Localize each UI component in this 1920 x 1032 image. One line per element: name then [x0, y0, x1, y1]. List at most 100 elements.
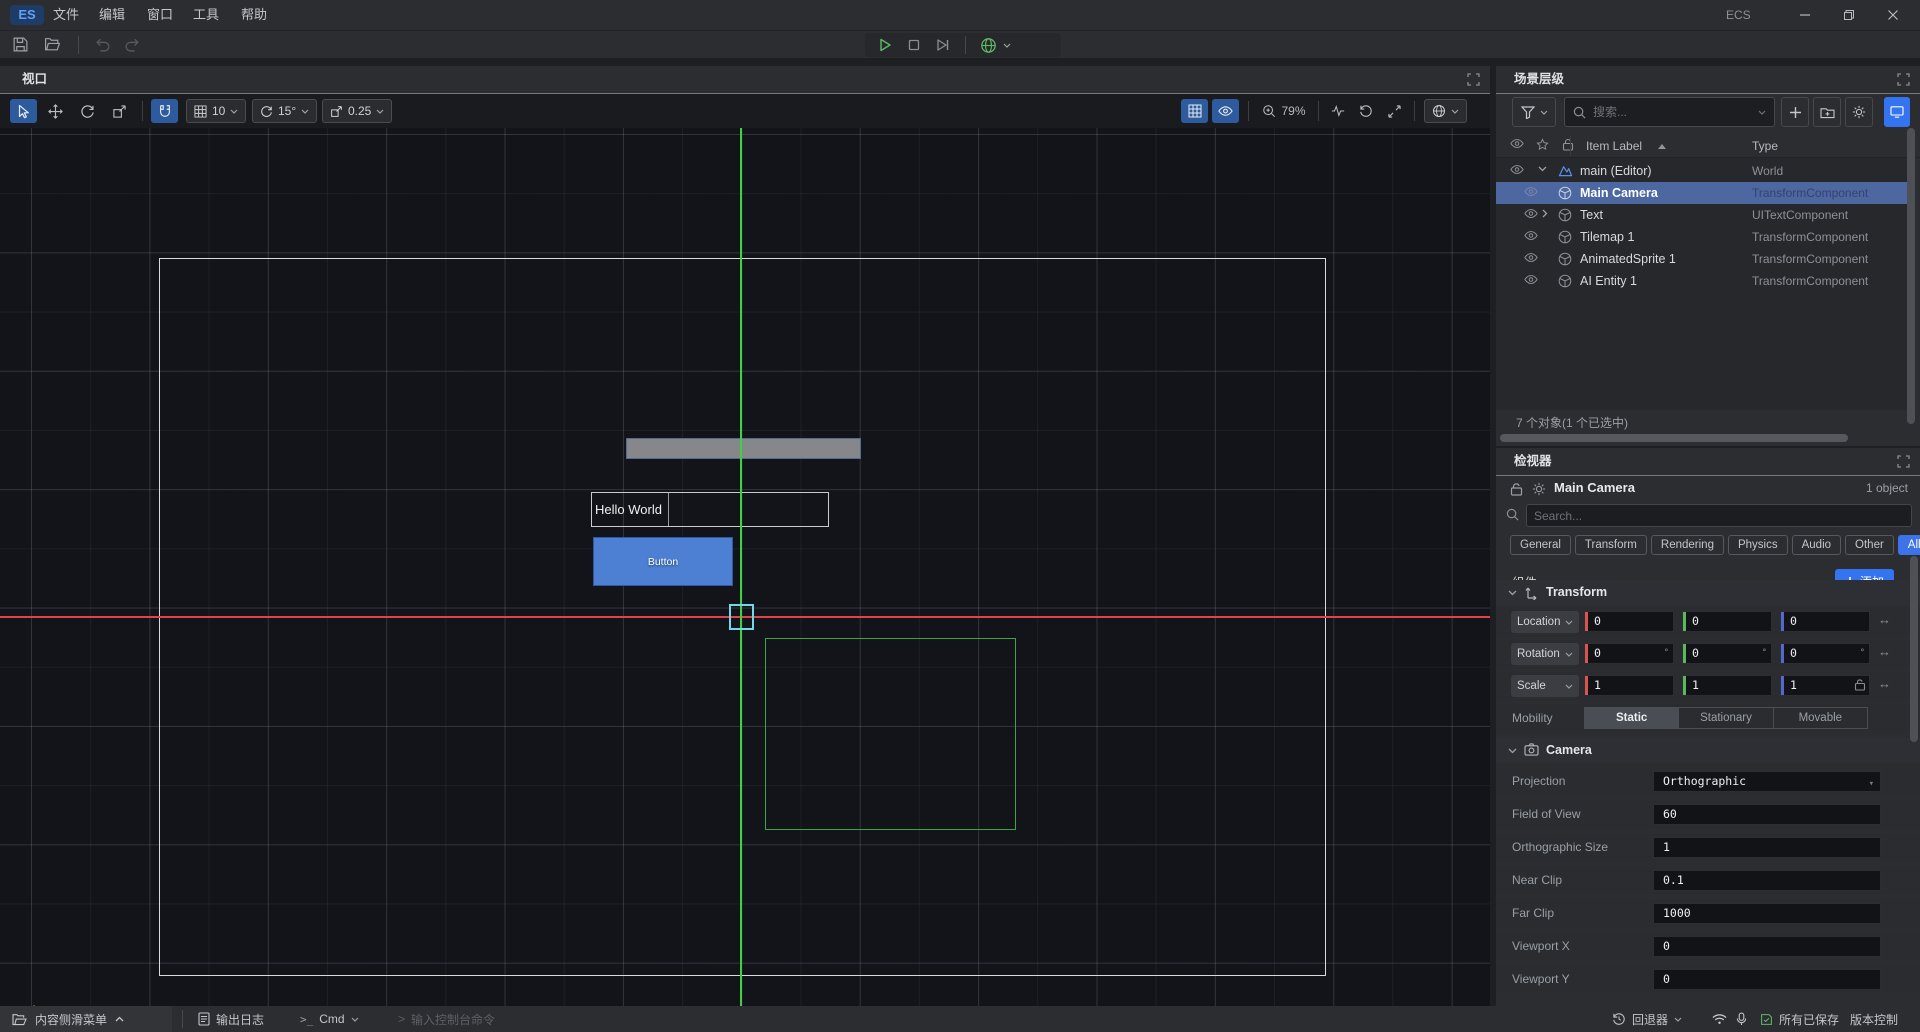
selection-handle-square[interactable]	[729, 604, 754, 630]
collapse-chevron-icon[interactable]	[1508, 748, 1517, 754]
tab-transform[interactable]: Transform	[1575, 535, 1647, 555]
content-drawer-button[interactable]: 内容侧滑菜单	[0, 1006, 172, 1032]
move-tool-button[interactable]	[42, 99, 69, 123]
save-status[interactable]: 所有已保存	[1760, 1006, 1839, 1032]
scale-snap-dropdown[interactable]: 0.25	[322, 99, 392, 123]
visibility-eye-icon[interactable]	[1524, 252, 1538, 266]
tab-general[interactable]: General	[1510, 535, 1571, 555]
sort-ascending-icon[interactable]	[1658, 144, 1666, 149]
view-mode-dropdown[interactable]	[1424, 99, 1467, 123]
scale-y-field[interactable]: 1	[1682, 675, 1772, 696]
display-mode-button[interactable]	[1884, 97, 1910, 127]
gizmo-visibility-button[interactable]	[1212, 99, 1239, 123]
tree-row-tilemap[interactable]: Tilemap 1 TransformComponent	[1496, 226, 1908, 248]
inspector-vertical-scrollbar[interactable]	[1910, 556, 1918, 742]
viewport-x-input[interactable]: 0	[1653, 936, 1881, 957]
scale-lock-open-icon[interactable]	[1854, 678, 1868, 692]
link-axes-icon[interactable]: ↔	[1878, 676, 1891, 691]
inspector-search-box[interactable]	[1526, 504, 1912, 527]
save-icon[interactable]	[12, 36, 32, 54]
filter-button[interactable]	[1512, 97, 1556, 127]
ui-slider-bar[interactable]	[626, 438, 861, 459]
network-status-icon[interactable]	[1712, 1006, 1727, 1032]
version-control-button[interactable]: 版本控制	[1850, 1006, 1898, 1032]
mobility-movable-option[interactable]: Movable	[1774, 707, 1868, 729]
tab-all[interactable]: All	[1898, 535, 1920, 555]
ui-text-frame[interactable]: Hello World	[591, 492, 829, 527]
rotation-z-field[interactable]: 0°	[1780, 643, 1870, 664]
near-clip-input[interactable]: 0.1	[1653, 870, 1881, 891]
run-target-globe-button[interactable]	[980, 37, 1011, 54]
app-logo[interactable]: ES	[10, 5, 44, 25]
rotation-x-field[interactable]: 0°	[1584, 643, 1674, 664]
stop-button[interactable]	[907, 38, 921, 52]
hierarchy-vertical-scrollbar[interactable]	[1907, 128, 1915, 424]
inspector-search-input[interactable]	[1534, 509, 1904, 523]
tree-row-main[interactable]: main (Editor) World	[1496, 160, 1908, 182]
console-command-input[interactable]: > 输入控制台命令	[398, 1006, 495, 1032]
tab-physics[interactable]: Physics	[1728, 535, 1788, 555]
mobility-stationary-option[interactable]: Stationary	[1679, 707, 1773, 729]
visibility-eye-icon[interactable]	[1524, 208, 1538, 222]
hierarchy-horizontal-scrollbar[interactable]	[1500, 434, 1848, 442]
tree-row-text[interactable]: Text UITextComponent	[1496, 204, 1908, 226]
field-of-view-input[interactable]: 60	[1653, 804, 1881, 825]
viewport-y-input[interactable]: 0	[1653, 969, 1881, 990]
visibility-eye-icon[interactable]	[1524, 186, 1538, 200]
hierarchy-search-box[interactable]	[1564, 97, 1775, 127]
lock-column-icon[interactable]	[1562, 138, 1576, 152]
rotation-y-field[interactable]: 0°	[1682, 643, 1772, 664]
tab-other[interactable]: Other	[1845, 535, 1894, 555]
step-button[interactable]	[935, 37, 951, 53]
ui-button-widget[interactable]: Button	[593, 537, 733, 586]
menu-edit[interactable]: 编辑	[93, 0, 131, 30]
scale-tool-button[interactable]	[106, 99, 133, 123]
snap-toggle-button[interactable]	[151, 99, 178, 123]
location-z-field[interactable]: 0	[1780, 611, 1870, 632]
reset-view-button[interactable]	[1354, 99, 1378, 123]
link-axes-icon[interactable]: ↔	[1878, 644, 1891, 659]
viewport-maximize-icon[interactable]	[1467, 73, 1480, 86]
menu-window[interactable]: 窗口	[141, 0, 179, 30]
collapsed-chevron-icon[interactable]	[1542, 209, 1556, 223]
redo-icon[interactable]	[124, 36, 144, 54]
close-button[interactable]	[1876, 0, 1910, 30]
rotate-snap-dropdown[interactable]: 15°	[252, 99, 317, 123]
inspector-maximize-icon[interactable]	[1897, 455, 1910, 468]
transform-section-header[interactable]: Transform	[1496, 580, 1920, 605]
location-label-dropdown[interactable]: Location	[1511, 611, 1579, 633]
tree-row-main-camera[interactable]: Main Camera TransformComponent	[1496, 182, 1908, 204]
camera-section-header[interactable]: Camera	[1496, 738, 1920, 763]
tab-rendering[interactable]: Rendering	[1651, 535, 1724, 555]
grid-visibility-button[interactable]	[1181, 99, 1208, 123]
column-type[interactable]: Type	[1752, 134, 1778, 158]
new-folder-button[interactable]	[1813, 97, 1841, 127]
rotate-tool-button[interactable]	[74, 99, 101, 123]
projection-dropdown[interactable]: Orthographic▾	[1653, 771, 1881, 792]
maximize-button[interactable]	[1832, 0, 1866, 30]
visibility-eye-icon[interactable]	[1524, 230, 1538, 244]
column-item-label[interactable]: Item Label	[1586, 134, 1642, 158]
undo-icon[interactable]	[94, 36, 114, 54]
location-x-field[interactable]: 0	[1584, 611, 1674, 632]
expand-chevron-icon[interactable]	[1538, 166, 1552, 180]
hierarchy-search-input[interactable]	[1593, 105, 1751, 119]
play-button[interactable]	[877, 37, 893, 53]
visibility-eye-icon[interactable]	[1510, 164, 1524, 178]
scene-canvas[interactable]: Hello World Button x	[0, 128, 1490, 1006]
voice-mic-icon[interactable]	[1736, 1006, 1747, 1032]
tree-row-animatedsprite[interactable]: AnimatedSprite 1 TransformComponent	[1496, 248, 1908, 270]
tab-audio[interactable]: Audio	[1792, 535, 1841, 555]
fullscreen-button[interactable]	[1382, 99, 1406, 123]
settings-gear-icon[interactable]	[1532, 482, 1546, 496]
add-entity-button[interactable]	[1781, 97, 1809, 127]
grid-snap-dropdown[interactable]: 10	[186, 99, 246, 123]
tree-row-ai-entity[interactable]: AI Entity 1 TransformComponent	[1496, 270, 1908, 292]
menu-help[interactable]: 帮助	[235, 0, 273, 30]
rotation-label-dropdown[interactable]: Rotation	[1511, 643, 1579, 665]
menu-file[interactable]: 文件	[47, 0, 85, 30]
eye-column-icon[interactable]	[1510, 138, 1524, 152]
orthographic-size-input[interactable]: 1	[1653, 837, 1881, 858]
stats-pulse-button[interactable]	[1326, 99, 1350, 123]
zoom-indicator[interactable]: 79%	[1256, 99, 1312, 123]
